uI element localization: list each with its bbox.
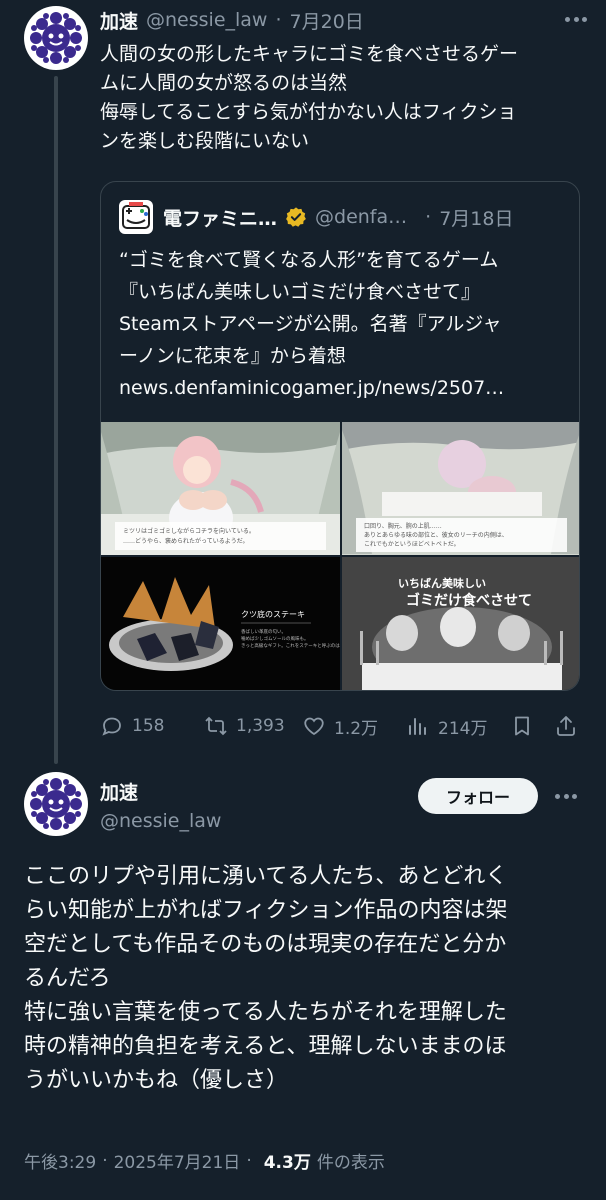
- media-caption: ミツリはゴミゴミしながらコチラを向いている。: [123, 527, 255, 535]
- svg-text:クツ底のステーキ: クツ底のステーキ: [241, 609, 305, 619]
- avatar-octopus-icon: [30, 12, 82, 64]
- tweet-text: ここのリプや引用に湧いてる人たち、あとどれく らい知能が上がればフィクション作品…: [24, 860, 594, 1098]
- quoted-tweet[interactable]: 電ファミニ… @denfa… · 7月18日 “ゴミを食べて賢くなる人形”を育て…: [100, 181, 580, 691]
- media-grid: ミツリはゴミゴミしながらコチラを向いている。 ……どうやら、褒められたがっている…: [101, 422, 579, 690]
- view-count-label: 件の表示: [316, 1153, 385, 1173]
- quote-display-name: 電ファミニ…: [163, 207, 278, 230]
- verified-badge-icon: [285, 206, 307, 228]
- tweet-text-line: 空だとしても作品そのものは現実の存在だと分か: [24, 932, 507, 957]
- tweet-text-line: ここのリプや引用に湧いてる人たち、あとどれく: [24, 864, 508, 889]
- like-button[interactable]: 1.2万: [302, 708, 378, 744]
- quote-text-line: ーノンに花束を』から着想: [119, 345, 346, 367]
- reply-button[interactable]: 158: [100, 708, 164, 744]
- tweet-footer: 午後3:29 · 2025年7月21日 · 4.3万 件の表示: [24, 1148, 385, 1174]
- like-count: 1.2万: [334, 718, 379, 739]
- tweet-full-date[interactable]: 2025年7月21日: [114, 1148, 241, 1173]
- quote-avatar: [119, 200, 153, 234]
- tweet-text-line: うがいいかもね（優しさ）: [24, 1068, 289, 1093]
- quote-date: 7月18日: [439, 207, 514, 230]
- views-icon: [409, 718, 426, 735]
- thread-connector: [54, 76, 58, 764]
- more-icon[interactable]: [552, 785, 580, 807]
- tweet-text-line: ンを楽しむ段階にいない: [100, 130, 310, 152]
- view-count[interactable]: 4.3万: [264, 1148, 311, 1173]
- bookmark-icon: [515, 716, 529, 736]
- denfami-logo-icon: [122, 202, 150, 229]
- share-icon: [557, 716, 575, 736]
- tweet-text-line: 人間の女の形したキャラにゴミを食べさせるゲー: [100, 43, 519, 65]
- dot-separator: ·: [246, 1150, 252, 1171]
- share-button[interactable]: [554, 708, 586, 744]
- media-image-4[interactable]: いちばん美味しい ゴミだけ食べさせて: [342, 557, 579, 690]
- repost-icon: [205, 716, 227, 736]
- avatar-octopus-icon: [30, 778, 82, 830]
- svg-text:香ばしい革底の匂い。: 香ばしい革底の匂い。: [241, 628, 286, 635]
- avatar[interactable]: [24, 6, 88, 70]
- like-icon: [304, 717, 324, 736]
- svg-text:ゴミだけ食べさせて: ゴミだけ食べさせて: [406, 592, 532, 609]
- svg-text:口回り、胸元、腕の上肌……: 口回り、胸元、腕の上肌……: [364, 522, 442, 530]
- bookmark-button[interactable]: [510, 708, 542, 744]
- tweet-date[interactable]: 7月20日: [290, 7, 364, 34]
- svg-text:これでもかというほどベトベトだ。: これでもかというほどベトベトだ。: [364, 540, 460, 548]
- tweet-text-line: ムに人間の女が怒るのは当然: [100, 72, 348, 94]
- display-name[interactable]: 加速: [100, 7, 138, 34]
- follow-button[interactable]: フォロー: [418, 778, 538, 814]
- tweet-text-line: らい知能が上がればフィクション作品の内容は架: [24, 898, 508, 923]
- svg-text:噛めば少しゴムソールの風味も。: 噛めば少しゴムソールの風味も。: [241, 635, 309, 642]
- quote-text-line: “ゴミを食べて賢くなる人形”を育てるゲーム: [119, 249, 499, 271]
- more-icon[interactable]: [562, 8, 590, 30]
- dot-separator: ·: [275, 9, 282, 31]
- quote-text-line: Steamストアページが公開。名著『アルジャ: [119, 313, 502, 335]
- tweet-text-line: るんだろ: [24, 966, 111, 991]
- repost-button[interactable]: 1,393: [204, 708, 285, 744]
- reply-icon: [102, 717, 121, 736]
- svg-text:きっと高級なギフト。これをステーキと呼ぶのは: きっと高級なギフト。これをステーキと呼ぶのは: [241, 642, 340, 649]
- media-image-1[interactable]: ミツリはゴミゴミしながらコチラを向いている。 ……どうやら、褒められたがっている…: [101, 422, 340, 555]
- dot-separator: ·: [102, 1150, 108, 1171]
- quote-text-line: 『いちばん美味しいゴミだけ食べさせて』: [119, 281, 481, 303]
- views-button[interactable]: 214万: [406, 708, 487, 744]
- repost-count: 1,393: [236, 716, 285, 736]
- handle[interactable]: @nessie_law: [146, 9, 267, 31]
- tweet-text: 人間の女の形したキャラにゴミを食べさせるゲー ムに人間の女が怒るのは当然 侮辱し…: [100, 40, 594, 156]
- quote-header: 電ファミニ… @denfa… · 7月18日: [119, 200, 513, 234]
- tweet-text-line: 侮辱してることすら気が付かない人はフィクショ: [100, 101, 517, 123]
- tweet-text-line: 時の精神的負担を考えると、理解しないままのほ: [24, 1034, 507, 1059]
- svg-text:……どうやら、褒められたがっているようだ。: ……どうやら、褒められたがっているようだ。: [123, 537, 249, 545]
- avatar[interactable]: [24, 772, 88, 836]
- quote-link[interactable]: news.denfaminicogamer.jp/news/2507…: [119, 372, 565, 404]
- svg-text:いちばん美味しい: いちばん美味しい: [398, 576, 486, 590]
- svg-text:ありとあらゆる味の部位と、彼女のリーチの内側は、: ありとあらゆる味の部位と、彼女のリーチの内側は、: [364, 531, 508, 539]
- views-count: 214万: [438, 718, 488, 739]
- media-image-2[interactable]: 口回り、胸元、腕の上肌…… ありとあらゆる味の部位と、彼女のリーチの内側は、 こ…: [342, 422, 579, 555]
- media-image-3[interactable]: クツ底のステーキ 香ばしい革底の匂い。 噛めば少しゴムソールの風味も。 きっと高…: [101, 557, 340, 690]
- handle[interactable]: @nessie_law: [100, 810, 221, 832]
- tweet-text-line: 特に強い言葉を使ってる人たちがそれを理解した: [24, 1000, 507, 1025]
- quote-handle: @denfa…: [315, 206, 408, 228]
- tweet-time[interactable]: 午後3:29: [24, 1148, 96, 1173]
- tweet-header: 加速 @nessie_law · 7月20日: [100, 6, 364, 34]
- action-bar: 158 1,393 1.2万 214万: [100, 708, 590, 744]
- dot-separator: ·: [425, 206, 432, 228]
- display-name[interactable]: 加速: [100, 778, 138, 805]
- quote-text: “ゴミを食べて賢くなる人形”を育てるゲーム 『いちばん美味しいゴミだけ食べさせて…: [119, 244, 565, 404]
- reply-count: 158: [132, 716, 165, 736]
